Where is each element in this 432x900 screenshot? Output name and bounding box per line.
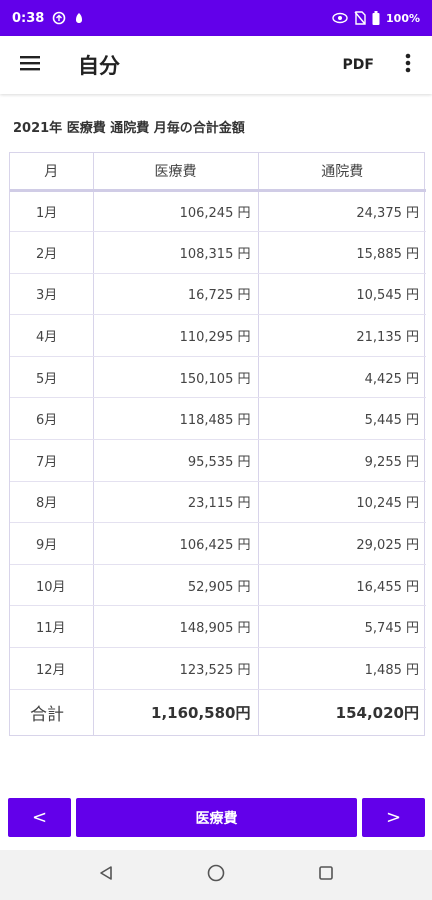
notification-icon [74,11,84,25]
table-row: 6月 118,485 円 5,445 円 [10,397,426,441]
system-nav-bar [0,850,432,900]
table-row: 10月 52,905 円 16,455 円 [10,564,426,607]
header-month: 月 [10,153,94,192]
status-time: 0:38 [12,10,45,26]
medical-cell: 23,115 円 [93,481,259,524]
table-row: 7月 95,535 円 9,255 円 [10,439,426,482]
medical-cell: 106,425 円 [93,522,259,565]
home-circle-icon [207,864,225,886]
back-triangle-icon [98,865,114,885]
table-row: 8月 23,115 円 10,245 円 [10,481,426,524]
recents-square-icon [318,865,334,885]
table-row: 3月 16,725 円 10,545 円 [10,273,426,316]
app-bar: 自分 PDF [0,36,432,94]
table-row: 2月 108,315 円 15,885 円 [10,231,426,274]
menu-button[interactable] [0,36,60,94]
medical-cell: 123,525 円 [93,647,259,690]
medical-cell: 108,315 円 [93,231,259,274]
more-options-button[interactable] [390,36,426,94]
visit-cell: 9,255 円 [258,439,426,482]
table-header-row: 月 医療費 通院費 [10,153,426,192]
hamburger-icon [20,55,40,75]
table-row: 11月 148,905 円 5,745 円 [10,605,426,649]
month-cell: 4月 [10,314,94,357]
table-row: 4月 110,295 円 21,135 円 [10,314,426,357]
visit-cell: 21,135 円 [258,314,426,357]
visit-cell: 10,245 円 [258,481,426,524]
medical-cell: 52,905 円 [93,564,259,607]
visit-cell: 1,485 円 [258,647,426,690]
visit-cell: 16,455 円 [258,564,426,607]
month-cell: 3月 [10,273,94,316]
medical-cell: 118,485 円 [93,397,259,441]
sync-icon [52,11,66,25]
medical-cell: 110,295 円 [93,314,259,357]
header-visit: 通院費 [258,153,426,192]
visit-cell: 5,745 円 [258,605,426,649]
table-row: 9月 106,425 円 29,025 円 [10,522,426,565]
category-button[interactable]: 医療費 [76,798,357,837]
pdf-button[interactable]: PDF [327,36,390,94]
month-cell: 8月 [10,481,94,524]
total-visit: 154,020円 [335,703,419,722]
month-cell: 1月 [10,190,94,233]
total-label: 合計 [10,689,94,736]
table-row: 1月 106,245 円 24,375 円 [10,190,426,233]
month-cell: 12月 [10,647,94,690]
month-cell: 2月 [10,231,94,274]
month-cell: 5月 [10,356,94,399]
visit-cell: 24,375 円 [258,190,426,233]
total-medical: 1,160,580円 [93,689,259,736]
status-bar: 0:38 100% [0,0,432,36]
visit-cell: 15,885 円 [258,231,426,274]
eye-icon [332,12,348,24]
medical-cell: 150,105 円 [93,356,259,399]
total-row: 合計 1,160,580円 154,020円 [10,689,426,736]
month-cell: 10月 [10,564,94,607]
visit-cell: 5,445 円 [258,397,426,441]
previous-button[interactable]: < [8,798,71,837]
medical-cell: 148,905 円 [93,605,259,649]
summary-table: 月 医療費 通院費 1月 106,245 円 24,375 円 2月 108,3… [9,152,426,737]
more-vert-icon [405,53,411,77]
visit-cell: 29,025 円 [258,522,426,565]
header-medical: 医療費 [93,153,259,192]
month-cell: 11月 [10,605,94,649]
table-row: 5月 150,105 円 4,425 円 [10,356,426,399]
battery-level: 100% [386,11,420,25]
visit-cell: 4,425 円 [258,356,426,399]
nav-back-button[interactable] [90,859,122,891]
battery-icon [372,11,380,25]
no-sim-icon [354,11,366,25]
visit-cell: 10,545 円 [258,273,426,316]
medical-cell: 95,535 円 [93,439,259,482]
nav-recents-button[interactable] [310,859,342,891]
medical-cell: 16,725 円 [93,273,259,316]
summary-heading: 2021年 医療費 通院費 月毎の合計金額 [13,121,245,136]
table-row: 12月 123,525 円 1,485 円 [10,647,426,690]
month-cell: 6月 [10,397,94,441]
month-cell: 9月 [10,522,94,565]
nav-home-button[interactable] [200,859,232,891]
next-button[interactable]: > [362,798,425,837]
page-title: 自分 [78,54,120,78]
month-cell: 7月 [10,439,94,482]
medical-cell: 106,245 円 [93,190,259,233]
